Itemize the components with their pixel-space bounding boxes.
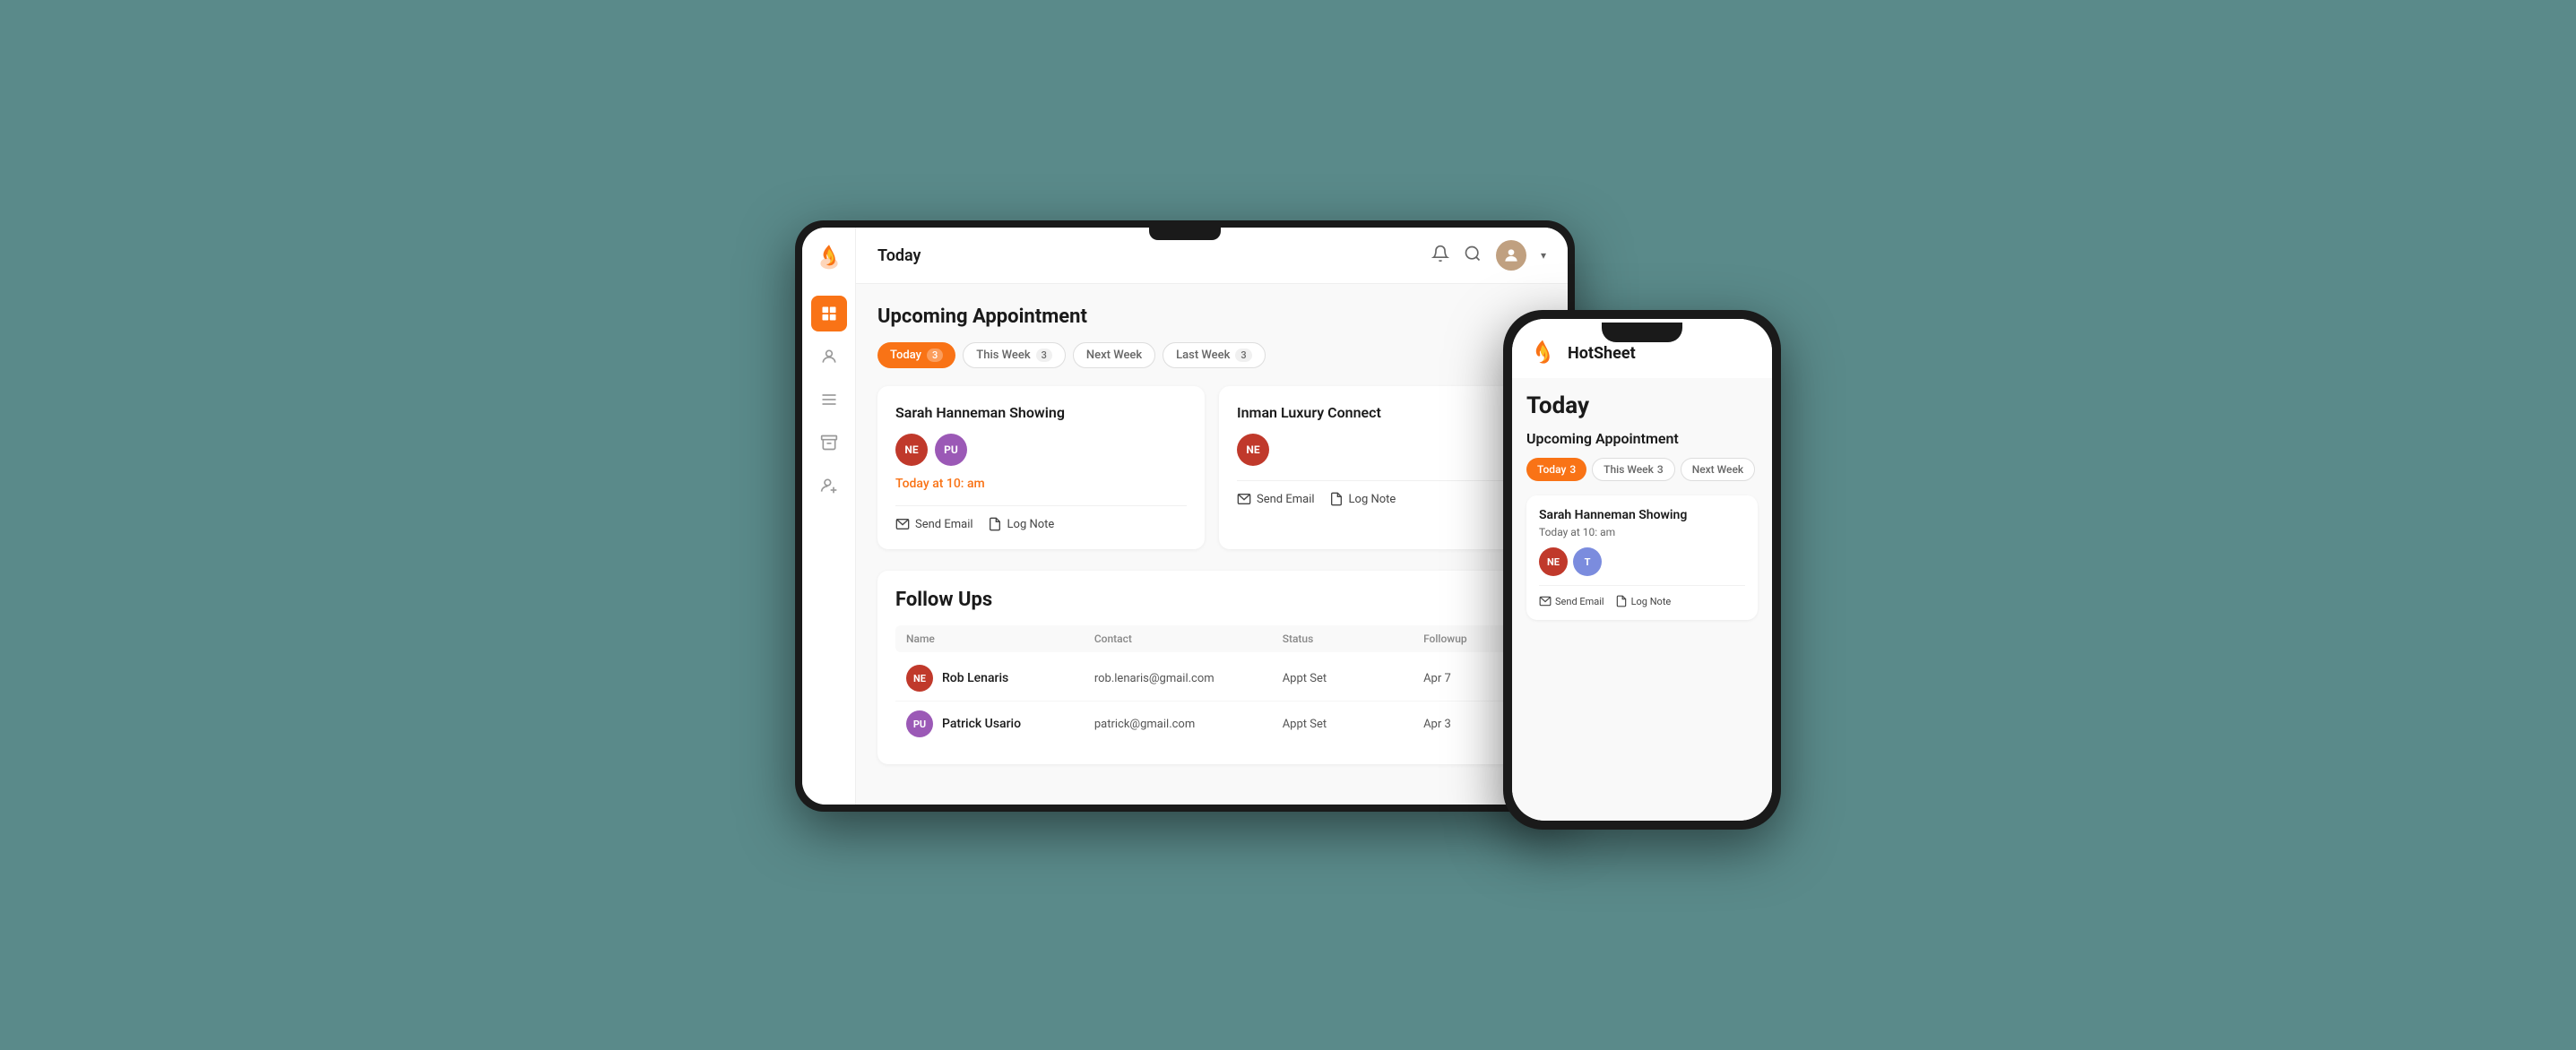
card-1-log-note-label: Log Note	[1007, 518, 1055, 531]
card-2-avatar-ne: NE	[1237, 434, 1269, 466]
card-1-send-email[interactable]: Send Email	[895, 517, 973, 531]
phone-logo	[1526, 337, 1559, 369]
row-2-status: Appt Set	[1283, 718, 1423, 731]
card-1-log-note[interactable]: Log Note	[988, 517, 1055, 531]
sidebar-item-list[interactable]	[811, 382, 847, 417]
phone-log-note[interactable]: Log Note	[1615, 595, 1672, 607]
card-2-actions: Send Email Log Note	[1237, 480, 1528, 506]
chevron-down-icon[interactable]: ▾	[1541, 249, 1546, 262]
sidebar-item-add-person[interactable]	[811, 468, 847, 503]
card-1-send-email-label: Send Email	[915, 518, 973, 531]
phone-tab-today-label: Today	[1537, 463, 1566, 476]
filter-tab-today-label: Today	[890, 349, 921, 362]
filter-tab-today[interactable]: Today 3	[877, 342, 955, 368]
filter-tab-next-week-label: Next Week	[1086, 349, 1142, 362]
card-1-title: Sarah Hanneman Showing	[895, 404, 1187, 421]
phone-upcoming-title: Upcoming Appointment	[1526, 430, 1758, 447]
table-row[interactable]: NE Rob Lenaris rob.lenaris@gmail.com App…	[895, 656, 1528, 701]
table-header: Name Contact Status Followup	[895, 625, 1528, 652]
phone-tab-today-badge: 3	[1569, 463, 1576, 476]
phone-log-note-label: Log Note	[1631, 596, 1672, 607]
content-area: Upcoming Appointment Today 3 This Week 3…	[856, 284, 1568, 805]
phone-avatar-t: T	[1573, 547, 1602, 576]
appointment-card-2: Inman Luxury Connect NE	[1219, 386, 1546, 549]
col-status: Status	[1283, 633, 1423, 645]
row-2-name: PU Patrick Usario	[906, 710, 1094, 737]
row-1-name: NE Rob Lenaris	[906, 665, 1094, 692]
card-2-send-email[interactable]: Send Email	[1237, 492, 1315, 506]
header-title: Today	[877, 246, 921, 265]
header-icons: ▾	[1431, 240, 1546, 271]
phone-tab-next-week-label: Next Week	[1692, 463, 1743, 476]
phone-card-avatars: NE T	[1539, 547, 1745, 576]
card-1-avatar-pu: PU	[935, 434, 967, 466]
phone-card-time: Today at 10: am	[1539, 526, 1745, 538]
sidebar-item-grid[interactable]	[811, 296, 847, 331]
phone-screen: HotSheet Today Upcoming Appointment Toda…	[1512, 319, 1772, 821]
card-2-title: Inman Luxury Connect	[1237, 404, 1528, 421]
sidebar-item-archive[interactable]	[811, 425, 847, 460]
row-2-avatar: PU	[906, 710, 933, 737]
phone-tab-this-week-label: This Week	[1604, 463, 1654, 476]
tablet-notch	[1149, 228, 1221, 240]
card-2-send-email-label: Send Email	[1257, 493, 1315, 506]
filter-tab-next-week[interactable]: Next Week	[1073, 342, 1155, 368]
upcoming-appointment-title: Upcoming Appointment	[877, 306, 1546, 328]
phone-notch	[1602, 323, 1682, 342]
filter-tab-last-week[interactable]: Last Week 3	[1163, 342, 1266, 368]
card-2-log-note-label: Log Note	[1349, 493, 1396, 506]
filter-tab-this-week[interactable]: This Week 3	[963, 342, 1066, 368]
row-1-name-text: Rob Lenaris	[942, 671, 1008, 685]
follow-ups-title: Follow Ups	[895, 589, 1528, 611]
phone-app-name: HotSheet	[1568, 344, 1636, 363]
tablet-device: Today	[795, 220, 1575, 812]
col-name: Name	[906, 633, 1094, 645]
col-contact: Contact	[1094, 633, 1283, 645]
phone-filter-tabs: Today 3 This Week 3 Next Week	[1526, 458, 1758, 481]
search-icon[interactable]	[1464, 245, 1482, 267]
phone-appointment-card: Sarah Hanneman Showing Today at 10: am N…	[1526, 495, 1758, 620]
appointment-card-1: Sarah Hanneman Showing NE PU Today at 10…	[877, 386, 1205, 549]
table-row[interactable]: PU Patrick Usario patrick@gmail.com Appt…	[895, 701, 1528, 746]
card-2-log-note[interactable]: Log Note	[1329, 492, 1396, 506]
card-1-avatars: NE PU	[895, 434, 1187, 466]
phone-avatar-ne: NE	[1539, 547, 1568, 576]
follow-ups-section: Follow Ups Name Contact Status Followup …	[877, 571, 1546, 764]
phone-page-title: Today	[1526, 392, 1758, 419]
row-2-name-text: Patrick Usario	[942, 717, 1021, 731]
filter-tab-last-week-badge: 3	[1235, 349, 1251, 362]
sidebar-item-person[interactable]	[811, 339, 847, 374]
appointments-grid: Sarah Hanneman Showing NE PU Today at 10…	[877, 386, 1546, 549]
row-1-contact: rob.lenaris@gmail.com	[1094, 672, 1283, 685]
phone-tab-today[interactable]: Today 3	[1526, 458, 1586, 481]
phone-tab-next-week[interactable]: Next Week	[1681, 458, 1755, 481]
row-2-contact: patrick@gmail.com	[1094, 718, 1283, 731]
filter-tabs: Today 3 This Week 3 Next Week Last Week	[877, 342, 1546, 368]
card-1-avatar-ne: NE	[895, 434, 928, 466]
row-1-status: Appt Set	[1283, 672, 1423, 685]
card-1-actions: Send Email Log Note	[895, 505, 1187, 531]
main-content: Today	[856, 228, 1568, 805]
phone-tab-this-week-badge: 3	[1657, 463, 1664, 476]
filter-tab-this-week-label: This Week	[976, 349, 1030, 362]
phone-send-email-label: Send Email	[1555, 596, 1604, 607]
card-1-time: Today at 10: am	[895, 477, 1187, 491]
phone-card-actions: Send Email Log Note	[1539, 585, 1745, 607]
sidebar-logo	[815, 242, 843, 274]
tablet-screen: Today	[802, 228, 1568, 805]
phone-send-email[interactable]: Send Email	[1539, 595, 1604, 607]
bell-icon[interactable]	[1431, 245, 1449, 267]
card-2-avatars: NE	[1237, 434, 1528, 466]
sidebar	[802, 228, 856, 805]
phone-tab-this-week[interactable]: This Week 3	[1592, 458, 1675, 481]
phone-content: Today Upcoming Appointment Today 3 This …	[1512, 378, 1772, 821]
filter-tab-last-week-label: Last Week	[1176, 349, 1230, 362]
filter-tab-this-week-badge: 3	[1036, 349, 1052, 362]
filter-tab-today-badge: 3	[927, 349, 943, 362]
row-1-avatar: NE	[906, 665, 933, 692]
phone-device: HotSheet Today Upcoming Appointment Toda…	[1503, 310, 1781, 830]
user-avatar[interactable]	[1496, 240, 1526, 271]
phone-card-title: Sarah Hanneman Showing	[1539, 508, 1745, 522]
